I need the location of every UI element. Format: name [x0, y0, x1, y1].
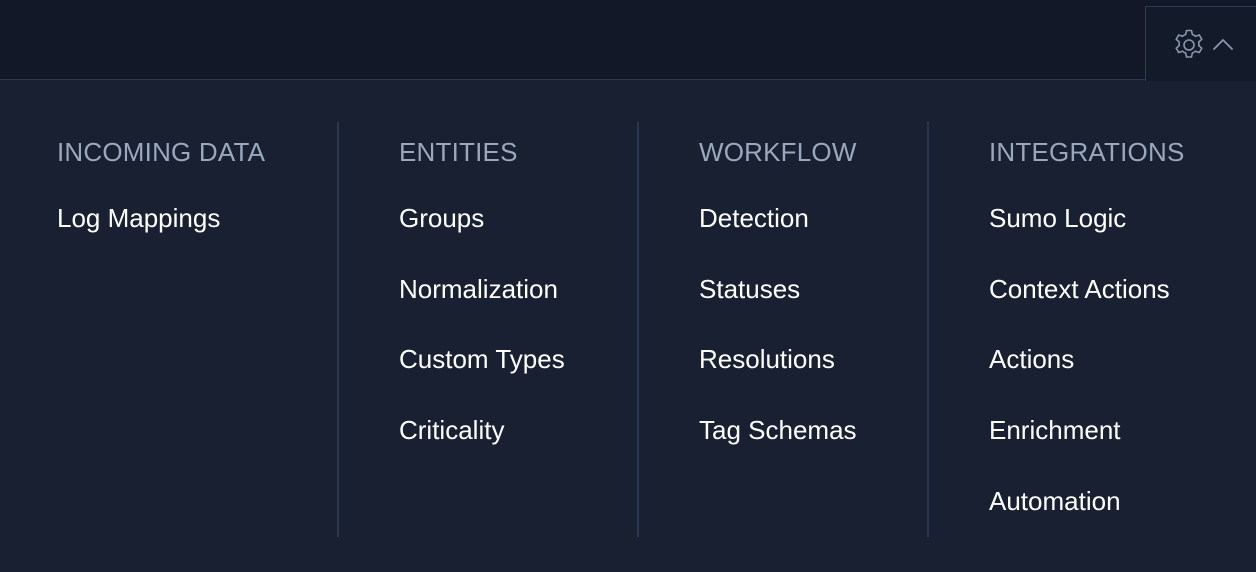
menu-column-incoming-data: INCOMING DATA Log Mappings [57, 122, 337, 537]
menu-item-log-mappings[interactable]: Log Mappings [57, 202, 220, 273]
top-bar [0, 0, 1256, 81]
menu-item-custom-types[interactable]: Custom Types [399, 343, 565, 414]
menu-column-workflow: WORKFLOW Detection Statuses Resolutions … [699, 122, 927, 537]
menu-list: Sumo Logic Context Actions Actions Enric… [989, 202, 1170, 555]
menu-item-statuses[interactable]: Statuses [699, 273, 857, 344]
column-divider [337, 122, 339, 537]
column-divider [637, 122, 639, 537]
column-divider [927, 122, 929, 537]
menu-list: Detection Statuses Resolutions Tag Schem… [699, 202, 857, 485]
menu-column-entities: ENTITIES Groups Normalization Custom Typ… [399, 122, 637, 537]
menu-item-actions[interactable]: Actions [989, 343, 1170, 414]
column-heading: INCOMING DATA [57, 137, 266, 167]
menu-column-integrations: INTEGRATIONS Sumo Logic Context Actions … [989, 122, 1249, 537]
column-heading: WORKFLOW [699, 137, 857, 167]
settings-dropdown-menu: INCOMING DATA Log Mappings ENTITIES Grou… [0, 81, 1256, 572]
menu-item-criticality[interactable]: Criticality [399, 414, 565, 485]
menu-item-tag-schemas[interactable]: Tag Schemas [699, 414, 857, 485]
menu-item-resolutions[interactable]: Resolutions [699, 343, 857, 414]
menu-item-enrichment[interactable]: Enrichment [989, 414, 1170, 485]
gear-icon [1175, 29, 1203, 58]
menu-list: Log Mappings [57, 202, 220, 273]
menu-item-sumo-logic[interactable]: Sumo Logic [989, 202, 1170, 273]
column-heading: ENTITIES [399, 137, 518, 167]
menu-item-automation[interactable]: Automation [989, 485, 1170, 556]
chevron-up-icon [1213, 39, 1233, 50]
menu-item-groups[interactable]: Groups [399, 202, 565, 273]
column-heading: INTEGRATIONS [989, 137, 1185, 167]
menu-list: Groups Normalization Custom Types Critic… [399, 202, 565, 485]
menu-item-detection[interactable]: Detection [699, 202, 857, 273]
menu-item-context-actions[interactable]: Context Actions [989, 273, 1170, 344]
settings-menu-toggle[interactable] [1145, 6, 1256, 81]
menu-item-normalization[interactable]: Normalization [399, 273, 565, 344]
